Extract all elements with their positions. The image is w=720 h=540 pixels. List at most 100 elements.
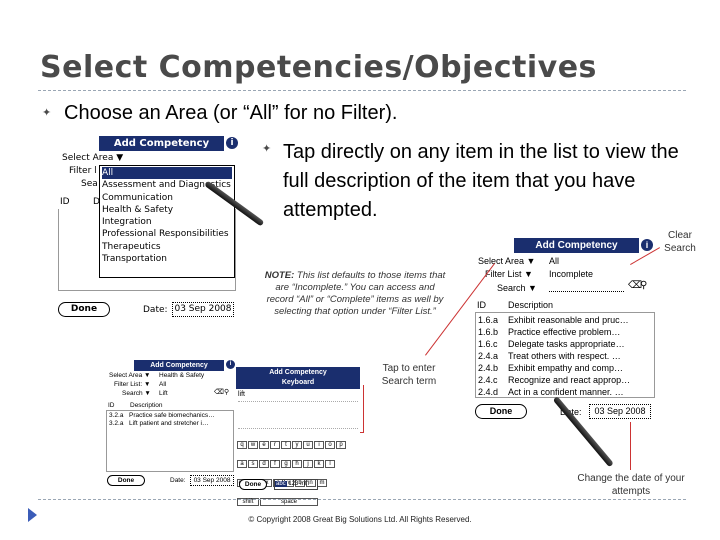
key-m[interactable]: m	[317, 479, 327, 487]
list-item[interactable]: 2.4.b Exhibit empathy and comp…	[478, 362, 652, 374]
screen-title-bar: Add Competency	[514, 238, 639, 253]
key-g[interactable]: g	[281, 460, 291, 468]
date-selector[interactable]: 03 Sep 2008	[190, 475, 234, 486]
tap-search-callout: Tap to enter Search term	[381, 363, 437, 387]
row-id: 1.6.c	[478, 339, 498, 349]
screen-title: Add Competency	[269, 369, 327, 376]
list-item[interactable]: 1.6.c Delegate tasks appropriate…	[478, 338, 652, 350]
key-t[interactable]: t	[281, 441, 291, 449]
row-id: 2.4.a	[478, 351, 499, 361]
info-icon[interactable]: i	[226, 137, 238, 149]
change-date-callout: Change the date of your attempts	[577, 473, 685, 497]
screen-title: Add Competency	[113, 138, 210, 149]
search-label[interactable]: Search ▼	[497, 283, 537, 293]
row-id: 2.4.c	[478, 375, 498, 385]
key-q[interactable]: q	[237, 441, 247, 449]
list-item[interactable]: 3.2.a Lift patient and stretcher i…	[109, 420, 231, 428]
filter-note: NOTE: This list defaults to those items …	[262, 270, 448, 318]
row-description: Act in a confident manner. …	[508, 387, 624, 397]
bullet-tap-item: Tap directly on any item in the list to …	[283, 141, 679, 221]
menu-item-transportation[interactable]: Transportation	[102, 253, 232, 265]
area-dropdown-menu: All Assessment and Diagnostics Communica…	[99, 165, 235, 278]
keyboard-mode-selector: abc 123 Int'l	[274, 479, 318, 490]
abc-mode[interactable]: abc	[275, 481, 287, 487]
competency-list: 1.6.a Exhibit reasonable and pruc… 1.6.b P…	[475, 312, 655, 398]
date-selector[interactable]: 03 Sep 2008	[589, 404, 651, 419]
bullet-choose-area: Choose an Area (or “All” for no Filter).	[64, 102, 398, 124]
list-item[interactable]: 3.2.a Practice safe biomechanics…	[109, 412, 231, 420]
key-e[interactable]: e	[259, 441, 269, 449]
list-item[interactable]: 2.4.d Act in a confident manner. …	[478, 386, 652, 398]
screen-title-bar: Add Competency	[134, 360, 224, 371]
search-input[interactable]	[549, 291, 624, 292]
search-value[interactable]: Lift	[159, 390, 168, 397]
number-mode[interactable]: 123	[288, 481, 298, 487]
menu-item-integration[interactable]: Integration	[102, 216, 232, 228]
date-selector[interactable]: 03 Sep 2008	[172, 302, 234, 317]
keyboard-input[interactable]: lift	[238, 391, 245, 398]
select-area-label[interactable]: Select Area ▼	[109, 372, 150, 379]
key-u[interactable]: u	[303, 441, 313, 449]
select-area-label[interactable]: Select Area ▼	[478, 256, 535, 266]
filter-list-label[interactable]: Filter List: ▼	[114, 381, 150, 388]
key-h[interactable]: h	[292, 460, 302, 468]
search-label: Sea	[81, 179, 98, 189]
list-item[interactable]: 2.4.a Treat others with respect. …	[478, 350, 652, 362]
done-button[interactable]: Done	[58, 302, 110, 317]
competency-list: 3.2.a Practice safe biomechanics… 3.2.a Li…	[106, 410, 234, 472]
select-area-trigger[interactable]: Select Area ▼	[62, 153, 123, 163]
key-a[interactable]: a	[237, 460, 247, 468]
keyboard-title: Keyboard	[281, 379, 315, 386]
id-column-header: ID	[108, 402, 115, 409]
key-p[interactable]: p	[336, 441, 346, 449]
clear-search-callout: Clear Search	[664, 230, 696, 254]
done-button[interactable]: Done	[239, 479, 267, 490]
key-y[interactable]: y	[292, 441, 302, 449]
info-icon[interactable]: i	[226, 360, 235, 369]
menu-item-communication[interactable]: Communication	[102, 192, 232, 204]
list-item[interactable]: 1.6.a Exhibit reasonable and pruc…	[478, 314, 652, 326]
filter-label: Filter l	[69, 166, 97, 176]
key-j[interactable]: j	[303, 460, 313, 468]
row-id: 1.6.a	[478, 315, 499, 325]
done-button[interactable]: Done	[107, 475, 145, 486]
keyboard-keys: qwertyuiop asdfghjkl capzxcvbnm shiftspa…	[237, 433, 359, 508]
id-column-header: ID	[60, 197, 70, 207]
key-d[interactable]: d	[259, 460, 269, 468]
key-w[interactable]: w	[248, 441, 258, 449]
row-id: 3.2.a	[109, 420, 124, 427]
key-o[interactable]: o	[325, 441, 335, 449]
filter-list-label[interactable]: Filter List ▼	[485, 269, 533, 279]
menu-item-therapeutics[interactable]: Therapeutics	[102, 241, 232, 253]
intl-mode[interactable]: Int'l	[300, 481, 309, 487]
clear-search-icon[interactable]: ⌫	[214, 388, 224, 396]
key-k[interactable]: k	[314, 460, 324, 468]
arrow-line	[363, 385, 364, 433]
row-description: Exhibit empathy and comp…	[508, 363, 624, 373]
done-button[interactable]: Done	[475, 404, 527, 419]
row-description: Lift patient and stretcher i…	[129, 420, 209, 427]
filter-list-value: Incomplete	[549, 269, 594, 279]
pda-screen-search-result: Add Competency i Select Area ▼ Health & …	[104, 358, 236, 488]
title-divider	[38, 90, 686, 91]
menu-item-professional[interactable]: Professional Responsibilities	[102, 228, 232, 240]
key-r[interactable]: r	[270, 441, 280, 449]
keyboard-text-area[interactable]	[238, 401, 358, 429]
description-column-header: Description	[130, 402, 163, 409]
slide-title: Select Competencies/Objectives	[40, 50, 597, 85]
list-item[interactable]: 1.6.b Practice effective problem…	[478, 326, 652, 338]
screen-title: Add Competency	[150, 362, 208, 369]
bullet-icon: ✦	[262, 143, 272, 155]
search-label[interactable]: Search ▼	[122, 390, 151, 397]
search-icon[interactable]: ⚲	[640, 280, 647, 291]
key-f[interactable]: f	[270, 460, 280, 468]
row-id: 2.4.d	[478, 387, 499, 397]
key-s[interactable]: s	[248, 460, 258, 468]
list-item[interactable]: 2.4.c Recognize and react approp…	[478, 374, 652, 386]
row-description: Treat others with respect. …	[508, 351, 621, 361]
key-i[interactable]: i	[314, 441, 324, 449]
search-icon[interactable]: ⚲	[224, 388, 229, 396]
key-l[interactable]: l	[325, 460, 335, 468]
menu-item-health-safety[interactable]: Health & Safety	[102, 204, 232, 216]
menu-item-all[interactable]: All	[102, 167, 232, 180]
